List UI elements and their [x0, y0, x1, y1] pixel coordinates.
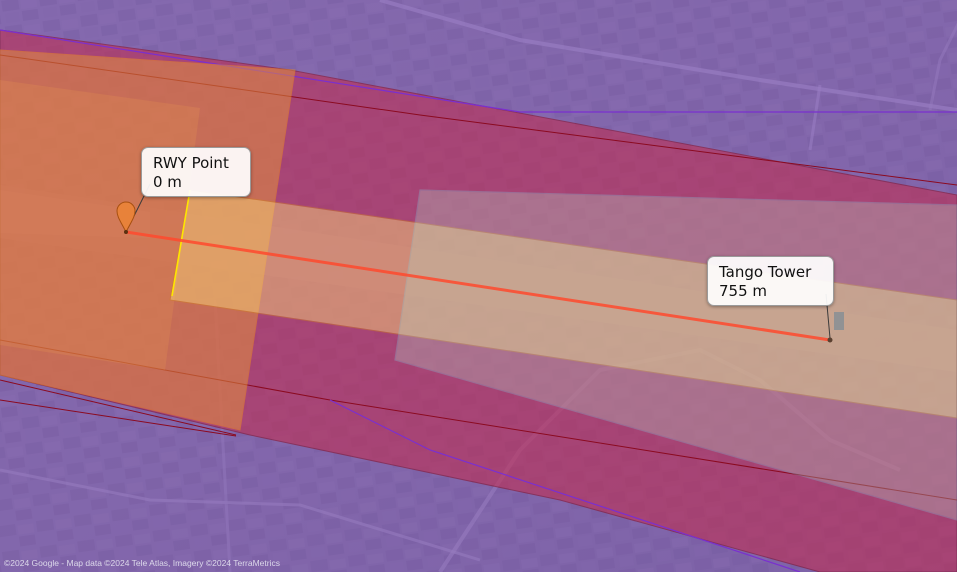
marker-name: RWY Point — [153, 154, 229, 172]
marker-distance: 755 m — [719, 282, 768, 300]
marker-distance: 0 m — [153, 173, 182, 191]
marker-name: Tango Tower — [719, 263, 812, 281]
rwy-point-callout[interactable]: RWY Point 0 m — [141, 147, 251, 197]
tango-tower-callout[interactable]: Tango Tower 755 m — [707, 256, 834, 306]
map-view[interactable]: RWY Point 0 m Tango Tower 755 m ©2024 Go… — [0, 0, 957, 572]
map-attribution[interactable]: ©2024 Google - Map data ©2024 Tele Atlas… — [4, 558, 280, 568]
